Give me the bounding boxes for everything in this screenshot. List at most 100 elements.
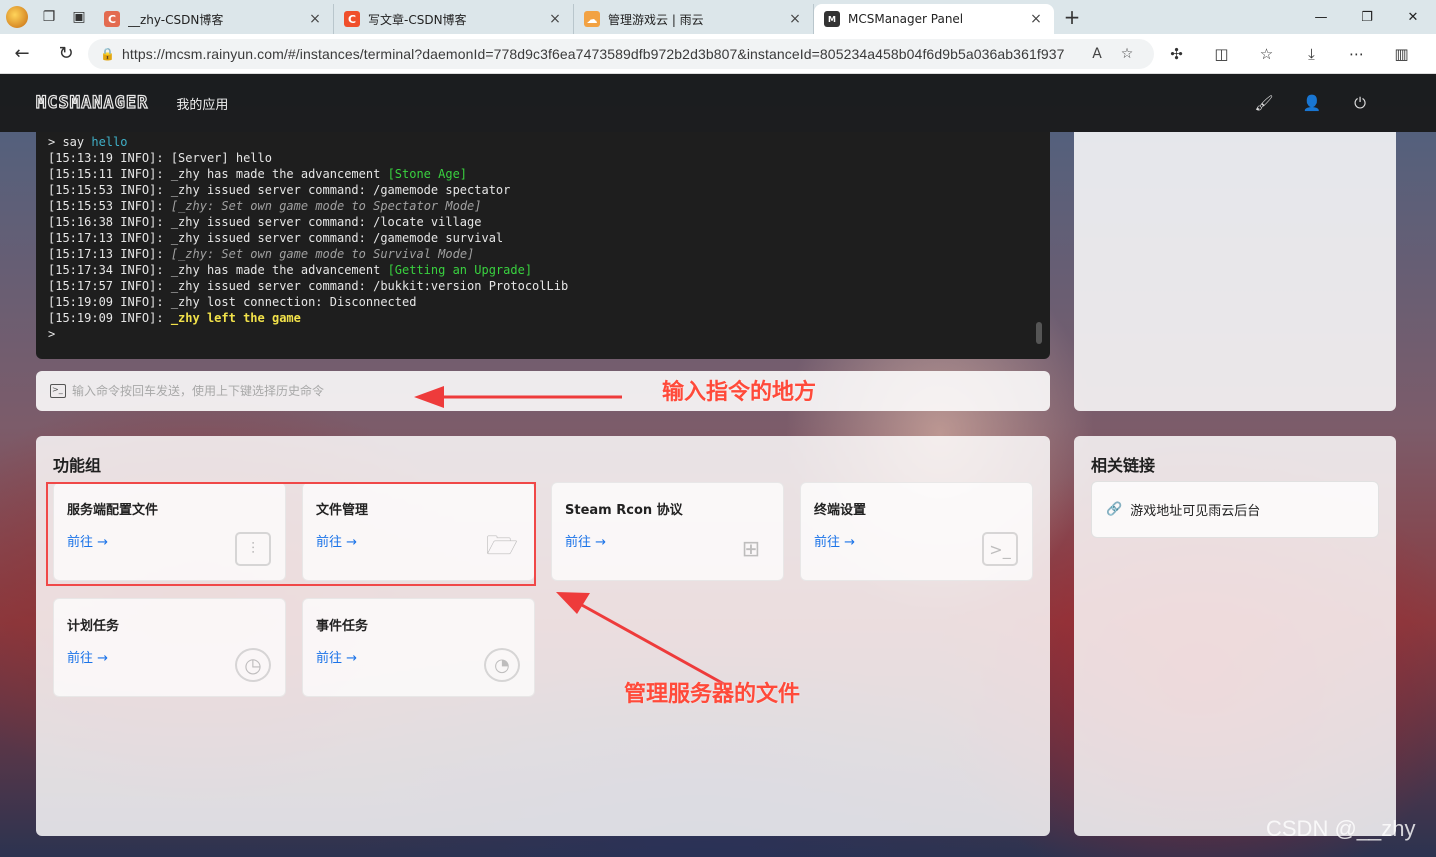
instance-info-card xyxy=(1074,132,1396,411)
related-link-item[interactable]: 🔗 游戏地址可见雨云后台 xyxy=(1091,481,1379,538)
console-text: [15:15:53 INFO]: xyxy=(48,199,171,213)
console-text: [15:16:38 INFO]: _zhy issued server comm… xyxy=(48,215,482,229)
rainyun-favicon-icon: ☁ xyxy=(584,11,600,27)
annotation-highlight-box xyxy=(46,482,536,586)
feature-go-link[interactable]: 前往 → xyxy=(67,647,108,666)
new-tab-icon[interactable]: + xyxy=(1054,5,1090,29)
theme-brush-icon[interactable]: 🖌 xyxy=(1240,94,1288,112)
console-line: [15:19:09 INFO]: _zhy left the game xyxy=(48,310,1038,326)
console-text: [15:15:53 INFO]: _zhy issued server comm… xyxy=(48,183,511,197)
favorites-icon[interactable]: ☆ xyxy=(1244,45,1289,63)
console-line: [15:17:13 INFO]: _zhy issued server comm… xyxy=(48,230,1038,246)
console-text: [Stone Age] xyxy=(387,167,468,181)
console-line: [15:15:53 INFO]: [_zhy: Set own game mod… xyxy=(48,198,1038,214)
tab-title: __zhy-CSDN博客 xyxy=(128,12,224,27)
feature-title: 计划任务 xyxy=(67,619,120,634)
console-line: [15:13:19 INFO]: [Server] hello xyxy=(48,150,1038,166)
back-arrow-icon[interactable]: ← xyxy=(0,43,44,64)
close-window-icon[interactable]: ✕ xyxy=(1390,10,1436,25)
download-icon[interactable]: ⤓ xyxy=(1289,45,1334,63)
related-links-panel: 相关链接 🔗 游戏地址可见雨云后台 xyxy=(1074,436,1396,836)
url-field[interactable]: 🔒 https://mcsm.rainyun.com/#/instances/t… xyxy=(88,38,1154,69)
console-line: [15:17:13 INFO]: [_zhy: Set own game mod… xyxy=(48,246,1038,262)
user-icon[interactable]: 👤 xyxy=(1288,94,1336,112)
dashboard-icon: ◔ xyxy=(484,648,520,682)
annotation-input-note: 输入指令的地方 xyxy=(662,380,817,405)
app-logo[interactable]: MCSMANAGER xyxy=(35,92,148,113)
restore-icon[interactable]: ❐ xyxy=(1344,10,1390,25)
console-text: [15:17:34 INFO]: _zhy has made the advan… xyxy=(48,263,388,277)
favorite-star-icon[interactable]: ☆ xyxy=(1112,46,1142,62)
browser-address-bar: ← ↻ 🔒 https://mcsm.rainyun.com/#/instanc… xyxy=(0,34,1436,74)
sidebar-toggle-icon[interactable]: ▥ xyxy=(1379,45,1424,63)
browser-tab-4-active[interactable]: M MCSManager Panel × xyxy=(814,4,1054,34)
nav-my-apps[interactable]: 我的应用 xyxy=(176,94,228,113)
annotation-files-note: 管理服务器的文件 xyxy=(624,682,801,707)
feature-event-tasks[interactable]: 事件任务 前往 → ◔ xyxy=(302,598,535,697)
feature-go-link[interactable]: 前往 → xyxy=(565,531,606,550)
logout-icon[interactable]: ⏻ xyxy=(1336,94,1384,112)
profile-avatar[interactable] xyxy=(6,6,28,28)
command-input[interactable] xyxy=(72,384,672,398)
feature-scheduled-tasks[interactable]: 计划任务 前往 → ◷ xyxy=(53,598,286,697)
browser-tab-bar: ❐ ▣ C __zhy-CSDN博客 × C 写文章-CSDN博客 × ☁ 管理… xyxy=(0,0,1436,34)
read-aloud-icon[interactable]: A xyxy=(1082,46,1112,62)
tab-title: 管理游戏云 | 雨云 xyxy=(608,12,704,27)
console-text: > xyxy=(48,327,56,341)
split-screen-icon[interactable]: ◫ xyxy=(1199,45,1244,63)
csdn-favicon-icon: C xyxy=(104,11,120,27)
browser-tab-3[interactable]: ☁ 管理游戏云 | 雨云 × xyxy=(574,4,814,34)
feature-title: Steam Rcon 协议 xyxy=(565,503,683,518)
close-tab-icon[interactable]: × xyxy=(547,11,563,27)
console-line: [15:19:09 INFO]: _zhy lost connection: D… xyxy=(48,294,1038,310)
reload-icon[interactable]: ↻ xyxy=(44,43,88,64)
header-actions: 🖌 👤 ⏻ xyxy=(1240,94,1384,112)
workspaces-icon[interactable]: ❐ xyxy=(34,0,64,34)
console-text: [_zhy: Set own game mode to Survival Mod… xyxy=(170,247,475,261)
feature-steam-rcon[interactable]: Steam Rcon 协议 前往 → ⊞ xyxy=(551,482,784,581)
lock-icon[interactable]: 🔒 xyxy=(100,47,122,61)
browser-tab-1[interactable]: C __zhy-CSDN博客 × xyxy=(94,4,334,34)
console-text: [_zhy: Set own game mode to Spectator Mo… xyxy=(170,199,482,213)
console-text: [15:19:09 INFO]: xyxy=(48,311,171,325)
related-links-title: 相关链接 xyxy=(1091,456,1156,475)
clock-icon: ◷ xyxy=(235,648,271,682)
console-text: _zhy left the game xyxy=(170,311,301,325)
more-menu-icon[interactable]: ⋯ xyxy=(1334,45,1379,63)
feature-go-link[interactable]: 前往 → xyxy=(316,647,357,666)
browser-tab-2[interactable]: C 写文章-CSDN博客 × xyxy=(334,4,574,34)
page-content: MCSMANAGER 我的应用 🖌 👤 ⏻ > say hello [15:13:… xyxy=(0,74,1436,857)
close-tab-icon[interactable]: × xyxy=(1028,11,1044,27)
console-text: hello xyxy=(91,135,128,149)
feature-terminal-settings[interactable]: 终端设置 前往 → >_ xyxy=(800,482,1033,581)
window-controls: — ❐ ✕ xyxy=(1298,10,1436,25)
console-line: [15:17:57 INFO]: _zhy issued server comm… xyxy=(48,278,1038,294)
related-link-label: 游戏地址可见雨云后台 xyxy=(1130,504,1261,519)
console-scrollbar[interactable] xyxy=(1036,322,1042,344)
tab-title: 写文章-CSDN博客 xyxy=(368,12,467,27)
feature-title: 事件任务 xyxy=(316,619,369,634)
minimize-icon[interactable]: — xyxy=(1298,10,1344,25)
watermark: CSDN @__zhy xyxy=(1266,816,1416,841)
tab-actions-icon[interactable]: ▣ xyxy=(64,0,94,34)
console-text: [15:15:11 INFO]: _zhy has made the advan… xyxy=(48,167,388,181)
console-line: [15:17:34 INFO]: _zhy has made the advan… xyxy=(48,262,1038,278)
close-tab-icon[interactable]: × xyxy=(307,11,323,27)
console-text: [15:19:09 INFO]: _zhy lost connection: D… xyxy=(48,295,417,309)
extensions-icon[interactable]: ✣ xyxy=(1154,45,1199,63)
app-header: MCSMANAGER 我的应用 🖌 👤 ⏻ xyxy=(0,74,1436,132)
feature-go-link[interactable]: 前往 → xyxy=(814,531,855,550)
console-line: [15:16:38 INFO]: _zhy issued server comm… xyxy=(48,214,1038,230)
console-text: [15:17:13 INFO]: xyxy=(48,247,171,261)
close-tab-icon[interactable]: × xyxy=(787,11,803,27)
terminal-icon: >_ xyxy=(982,532,1018,566)
console-text: [15:17:57 INFO]: _zhy issued server comm… xyxy=(48,279,569,293)
command-bar: >_ xyxy=(36,371,1050,411)
console-text: [15:17:13 INFO]: _zhy issued server comm… xyxy=(48,231,504,245)
url-text[interactable]: https://mcsm.rainyun.com/#/instances/ter… xyxy=(122,46,1082,62)
console-text: > say xyxy=(48,135,92,149)
terminal-console[interactable]: > say hello [15:13:19 INFO]: [Server] hel… xyxy=(36,132,1050,359)
console-line: > say hello xyxy=(48,134,1038,150)
tab-title: MCSManager Panel xyxy=(848,12,964,26)
console-line: [15:15:53 INFO]: _zhy issued server comm… xyxy=(48,182,1038,198)
